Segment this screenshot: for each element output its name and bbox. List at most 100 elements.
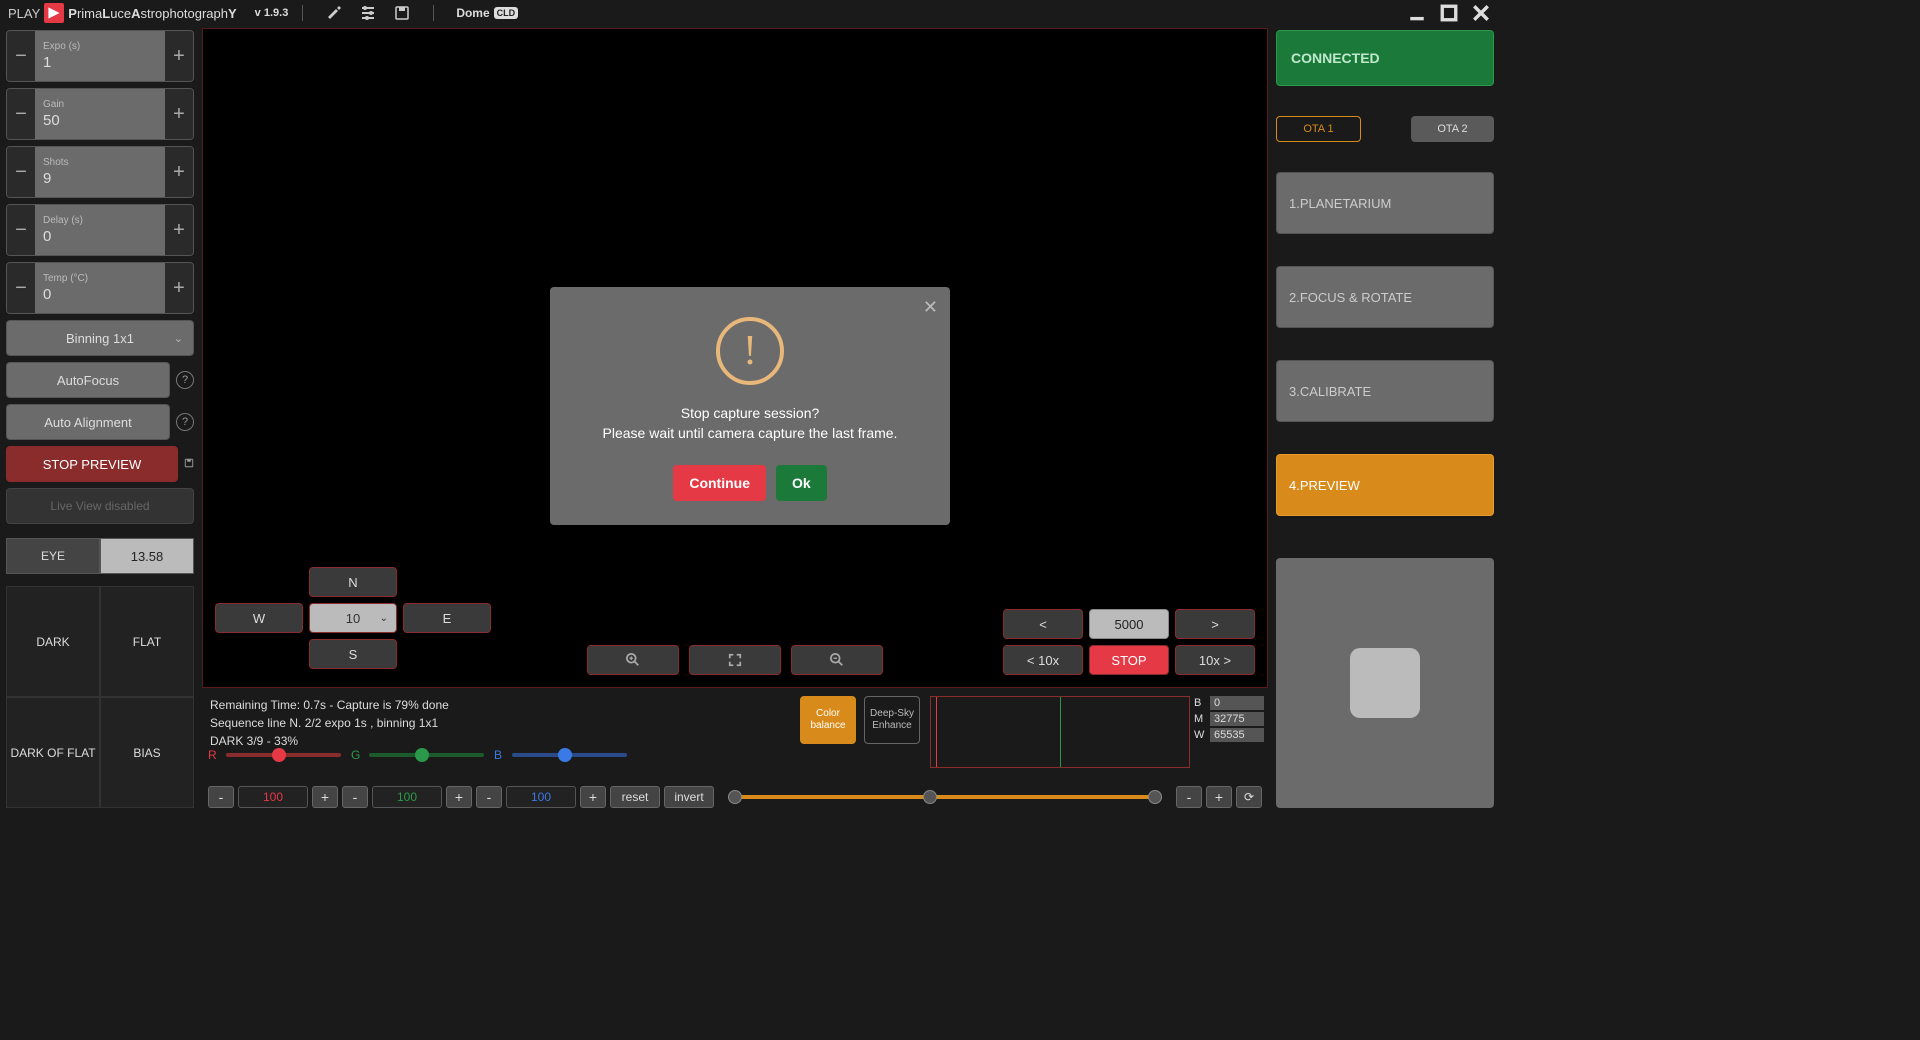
w-value[interactable]: 65535 <box>1210 728 1264 742</box>
b-minus[interactable]: - <box>476 786 502 808</box>
shots-field[interactable]: Shots 9 <box>35 147 165 197</box>
b-value[interactable]: 0 <box>1210 696 1264 710</box>
rot-gt10-button[interactable]: 10x > <box>1175 645 1255 675</box>
app-logo-icon <box>44 3 64 23</box>
slew-s-button[interactable]: S <box>309 639 397 669</box>
r-slider[interactable] <box>226 753 341 757</box>
g-value[interactable]: 100 <box>372 786 442 808</box>
temp-plus[interactable]: + <box>165 263 193 313</box>
rot-lt10-button[interactable]: < 10x <box>1003 645 1083 675</box>
binning-select[interactable]: Binning 1x1 ⌄ <box>6 320 194 356</box>
flat-button[interactable]: FLAT <box>100 586 194 697</box>
step-preview[interactable]: 4.PREVIEW <box>1276 454 1494 516</box>
left-panel: − Expo (s) 1 + − Gain 50 + − Shots 9 + − <box>0 26 200 812</box>
r-minus[interactable]: - <box>208 786 234 808</box>
cld-badge[interactable]: CLD <box>494 7 519 19</box>
zoom-in-button[interactable] <box>587 645 679 675</box>
maximize-icon[interactable] <box>1438 2 1460 24</box>
temp-minus[interactable]: − <box>7 263 35 313</box>
slew-w-button[interactable]: W <box>215 603 303 633</box>
deep-sky-toggle[interactable]: Deep-Sky Enhance <box>864 696 920 744</box>
ok-button[interactable]: Ok <box>776 465 827 501</box>
fit-button[interactable] <box>689 645 781 675</box>
rot-value[interactable]: 5000 <box>1089 609 1169 639</box>
joystick-area[interactable] <box>1276 558 1494 808</box>
app-name: PLAY <box>8 6 40 21</box>
step-planetarium[interactable]: 1.PLANETARIUM <box>1276 172 1494 234</box>
joystick-pad[interactable] <box>1350 648 1420 718</box>
b-plus[interactable]: + <box>580 786 606 808</box>
dialog-line-2: Please wait until camera capture the las… <box>570 425 930 441</box>
g-minus[interactable]: - <box>342 786 368 808</box>
dark-of-flat-button[interactable]: DARK OF FLAT <box>6 697 100 808</box>
rotator-grid: < 5000 > < 10x STOP 10x > <box>1003 609 1255 675</box>
gain-field[interactable]: Gain 50 <box>35 89 165 139</box>
shots-plus[interactable]: + <box>165 147 193 197</box>
g-plus[interactable]: + <box>446 786 472 808</box>
reset-button[interactable]: reset <box>610 786 660 808</box>
rot-gt-button[interactable]: > <box>1175 609 1255 639</box>
stretch-slider[interactable] <box>728 795 1162 799</box>
stretch-minus[interactable]: - <box>1176 786 1202 808</box>
rot-stop-button[interactable]: STOP <box>1089 645 1169 675</box>
temp-field[interactable]: Temp (°C) 0 <box>35 263 165 313</box>
color-balance-toggle[interactable]: Color balance <box>800 696 856 744</box>
gain-minus[interactable]: − <box>7 89 35 139</box>
r-plus[interactable]: + <box>312 786 338 808</box>
save-icon[interactable] <box>393 4 411 22</box>
levels-readout: B0 M32775 W65535 <box>1194 696 1264 744</box>
dome-label[interactable]: Dome <box>456 6 489 20</box>
continue-button[interactable]: Continue <box>673 465 766 501</box>
slew-n-button[interactable]: N <box>309 567 397 597</box>
histogram[interactable] <box>930 696 1190 768</box>
gain-value: 50 <box>43 112 157 129</box>
step-calibrate[interactable]: 3.CALIBRATE <box>1276 360 1494 422</box>
minimize-icon[interactable] <box>1406 2 1428 24</box>
gain-stepper: − Gain 50 + <box>6 88 194 140</box>
rot-lt-button[interactable]: < <box>1003 609 1083 639</box>
m-value[interactable]: 32775 <box>1210 712 1264 726</box>
expo-stepper: − Expo (s) 1 + <box>6 30 194 82</box>
slew-e-button[interactable]: E <box>403 603 491 633</box>
close-icon[interactable] <box>1470 2 1492 24</box>
dark-button[interactable]: DARK <box>6 586 100 697</box>
shots-value: 9 <box>43 170 157 187</box>
bias-button[interactable]: BIAS <box>100 697 194 808</box>
right-panel: CONNECTED OTA 1 OTA 2 1.PLANETARIUM 2.FO… <box>1270 26 1500 812</box>
dialog-close-icon[interactable]: ✕ <box>923 297 938 318</box>
connected-status[interactable]: CONNECTED <box>1276 30 1494 86</box>
save-session-icon[interactable] <box>184 455 194 473</box>
delay-field[interactable]: Delay (s) 0 <box>35 205 165 255</box>
r-value[interactable]: 100 <box>238 786 308 808</box>
shots-minus[interactable]: − <box>7 147 35 197</box>
step-focus-rotate[interactable]: 2.FOCUS & ROTATE <box>1276 266 1494 328</box>
m-label: M <box>1194 713 1210 725</box>
ota1-button[interactable]: OTA 1 <box>1276 116 1361 142</box>
stop-preview-button[interactable]: STOP PREVIEW <box>6 446 178 482</box>
slew-speed-select[interactable]: 10⌄ <box>309 603 397 633</box>
b-value[interactable]: 100 <box>506 786 576 808</box>
autofocus-button[interactable]: AutoFocus <box>6 362 170 398</box>
eye-button[interactable]: EYE <box>6 538 100 574</box>
stretch-refresh-icon[interactable]: ⟳ <box>1236 786 1262 808</box>
expo-minus[interactable]: − <box>7 31 35 81</box>
binning-value: Binning 1x1 <box>66 331 134 346</box>
zoom-out-button[interactable] <box>791 645 883 675</box>
gain-plus[interactable]: + <box>165 89 193 139</box>
stretch-plus[interactable]: + <box>1206 786 1232 808</box>
invert-button[interactable]: invert <box>664 786 714 808</box>
autoalign-button[interactable]: Auto Alignment <box>6 404 170 440</box>
sliders-icon[interactable] <box>359 4 377 22</box>
expo-field[interactable]: Expo (s) 1 <box>35 31 165 81</box>
expo-plus[interactable]: + <box>165 31 193 81</box>
confirm-dialog: ✕ ! Stop capture session? Please wait un… <box>550 287 950 525</box>
ota2-button[interactable]: OTA 2 <box>1411 116 1494 142</box>
autoalign-info-icon[interactable]: ? <box>176 413 194 431</box>
b-slider[interactable] <box>512 753 627 757</box>
telescope-icon[interactable] <box>325 4 343 22</box>
delay-plus[interactable]: + <box>165 205 193 255</box>
delay-minus[interactable]: − <box>7 205 35 255</box>
zoom-row <box>587 645 883 675</box>
g-slider[interactable] <box>369 753 484 757</box>
autofocus-info-icon[interactable]: ? <box>176 371 194 389</box>
